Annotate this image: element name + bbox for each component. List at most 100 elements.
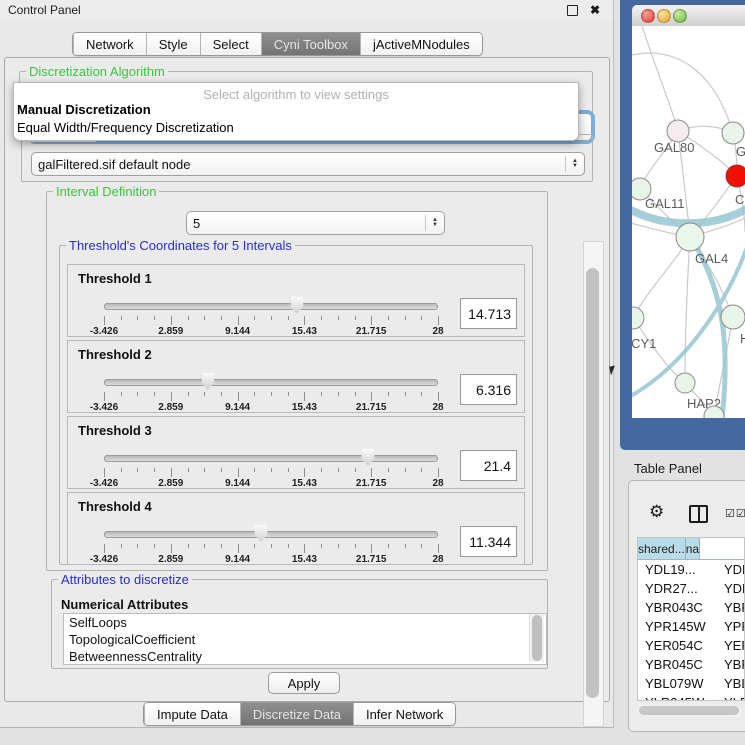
- control-panel-tab[interactable]: Network: [73, 33, 146, 55]
- node-table[interactable]: shared...na YDL19... YDL1 YDR27... YDR2 …: [637, 537, 745, 701]
- network-node[interactable]: [722, 122, 744, 144]
- threshold-panel: Threshold 3 -3.4262.8599.14415.4321.7152…: [67, 416, 525, 489]
- slider-handle[interactable]: [361, 448, 374, 466]
- network-node[interactable]: [675, 373, 695, 393]
- name-cell[interactable]: YBR0: [714, 655, 744, 674]
- threshold-panel: Threshold 1 -3.4262.8599.14415.4321.7152…: [67, 264, 525, 337]
- control-panel-tab[interactable]: Style: [146, 33, 200, 55]
- slider-handle[interactable]: [201, 372, 214, 390]
- number-of-intervals-combobox[interactable]: 5 ▲▼: [186, 211, 445, 235]
- close-traffic-light[interactable]: [641, 9, 655, 23]
- split-columns-icon[interactable]: [689, 505, 708, 523]
- algorithm-placeholder: Select algorithm to view settings: [14, 87, 578, 102]
- threshold-panel: Threshold 4 -3.4262.8599.14415.4321.7152…: [67, 492, 525, 565]
- attribute-item[interactable]: BetweennessCentrality: [64, 648, 546, 665]
- close-icon: ✖: [590, 3, 600, 17]
- slider-track[interactable]: [104, 455, 438, 462]
- table-row[interactable]: YLR345W YLR3: [638, 693, 744, 701]
- table-data-combobox[interactable]: galFiltered.sif default node ▲▼: [31, 152, 585, 176]
- network-node[interactable]: [667, 120, 689, 142]
- table-row[interactable]: YBR045C YBR0: [638, 655, 744, 674]
- gear-icon[interactable]: ⚙: [649, 503, 664, 520]
- shared-name-cell[interactable]: YBL079W: [638, 674, 714, 693]
- threshold-value-field[interactable]: 21.4: [460, 450, 517, 481]
- table-data-group: Table Data galFiltered.sif default node …: [21, 134, 593, 182]
- minimize-traffic-light[interactable]: [657, 9, 671, 23]
- attribute-item[interactable]: TopologicalCoefficient: [64, 631, 546, 648]
- slider-ticks: [104, 468, 438, 478]
- table-row[interactable]: YBL079W YBL0: [638, 674, 744, 693]
- algorithm-option[interactable]: Equal Width/Frequency Discretization: [16, 119, 576, 137]
- name-cell[interactable]: YDR2: [714, 579, 744, 598]
- scrollbar-thumb[interactable]: [532, 615, 542, 661]
- table-row[interactable]: YER054C YER0: [638, 636, 744, 655]
- shared-name-cell[interactable]: YDR27...: [638, 579, 714, 598]
- apply-button[interactable]: Apply: [268, 672, 340, 694]
- name-cell[interactable]: YDL1: [714, 560, 744, 579]
- algorithm-options: Manual DiscretizationEqual Width/Frequen…: [16, 101, 576, 137]
- scrollbar-thumb[interactable]: [639, 706, 739, 715]
- name-cell[interactable]: YBL0: [714, 674, 744, 693]
- cyni-bottom-tab[interactable]: Infer Network: [353, 703, 455, 725]
- control-panel-tab[interactable]: Select: [200, 33, 261, 55]
- attribute-item[interactable]: SelfLoops: [64, 614, 546, 631]
- threshold-value-field[interactable]: 11.344: [460, 526, 517, 557]
- slider-track[interactable]: [104, 531, 438, 538]
- cyni-bottom-tab[interactable]: Discretize Data: [240, 703, 353, 725]
- close-panel-button[interactable]: ✖: [589, 4, 601, 16]
- network-node-label: C: [735, 192, 744, 207]
- shared-name-cell[interactable]: YDL19...: [638, 560, 714, 579]
- attributes-scrollbar[interactable]: [529, 614, 544, 662]
- table-column-header[interactable]: na: [686, 538, 700, 559]
- network-node-label: GAL11: [645, 196, 685, 211]
- slider-ticks: [104, 544, 438, 554]
- name-cell[interactable]: YBR0: [714, 598, 744, 617]
- table-row[interactable]: YPR145W YPR1: [638, 617, 744, 636]
- network-node[interactable]: [676, 223, 704, 251]
- slider-tick-labels: -3.4262.8599.14415.4321.71528: [104, 478, 438, 490]
- network-window-titlebar[interactable]: [632, 5, 745, 27]
- threshold-slider[interactable]: -3.4262.8599.14415.4321.71528: [104, 447, 438, 487]
- screen: Control Panel ✖ Network: [0, 0, 745, 745]
- network-node[interactable]: [632, 307, 644, 329]
- name-cell[interactable]: YER0: [714, 636, 744, 655]
- threshold-slider[interactable]: -3.4262.8599.14415.4321.71528: [104, 523, 438, 563]
- panel-scrollbar[interactable]: [583, 241, 604, 727]
- slider-track[interactable]: [104, 303, 438, 310]
- table-row[interactable]: YDR27... YDR2: [638, 579, 744, 598]
- attributes-group-title: Attributes to discretize: [58, 572, 192, 587]
- shared-name-cell[interactable]: YBR043C: [638, 598, 714, 617]
- control-panel-tab[interactable]: jActiveMNodules: [360, 33, 482, 55]
- numerical-attributes-list[interactable]: SelfLoopsTopologicalCoefficientBetweenne…: [63, 613, 547, 665]
- threshold-slider[interactable]: -3.4262.8599.14415.4321.71528: [104, 371, 438, 411]
- scrollbar-thumb[interactable]: [586, 268, 599, 698]
- table-column-header[interactable]: shared...: [638, 538, 686, 559]
- select-columns-icon[interactable]: ☑☑: [725, 507, 745, 520]
- algorithm-option[interactable]: Manual Discretization: [16, 101, 576, 119]
- float-window-button[interactable]: [567, 4, 579, 16]
- cyni-bottom-tab[interactable]: Impute Data: [144, 703, 240, 725]
- slider-track[interactable]: [104, 379, 438, 386]
- shared-name-cell[interactable]: YER054C: [638, 636, 714, 655]
- control-panel-tab[interactable]: Cyni Toolbox: [261, 33, 360, 55]
- threshold-value-field[interactable]: 6.316: [460, 374, 517, 405]
- name-cell[interactable]: YPR1: [714, 617, 744, 636]
- shared-name-cell[interactable]: YLR345W: [638, 693, 714, 701]
- shared-name-cell[interactable]: YBR045C: [638, 655, 714, 674]
- network-node-label: GA: [736, 144, 745, 159]
- shared-name-cell[interactable]: YPR145W: [638, 617, 714, 636]
- tab-label: Network: [86, 37, 134, 52]
- zoom-traffic-light[interactable]: [673, 9, 687, 23]
- network-node[interactable]: [726, 165, 745, 187]
- name-cell[interactable]: YLR3: [714, 693, 744, 701]
- network-node[interactable]: [721, 305, 745, 329]
- slider-handle[interactable]: [254, 524, 267, 542]
- algorithm-dropdown-popup: Select algorithm to view settings Manual…: [13, 82, 579, 141]
- network-canvas[interactable]: GAL80GACGAL11GAL4GCY1HHAP2: [632, 26, 745, 418]
- table-row[interactable]: YBR043C YBR0: [638, 598, 744, 617]
- threshold-value-field[interactable]: 14.713: [460, 298, 517, 329]
- table-hscrollbar[interactable]: [637, 705, 743, 717]
- threshold-slider[interactable]: -3.4262.8599.14415.4321.71528: [104, 295, 438, 335]
- slider-handle[interactable]: [290, 296, 303, 314]
- table-row[interactable]: YDL19... YDL1: [638, 560, 744, 579]
